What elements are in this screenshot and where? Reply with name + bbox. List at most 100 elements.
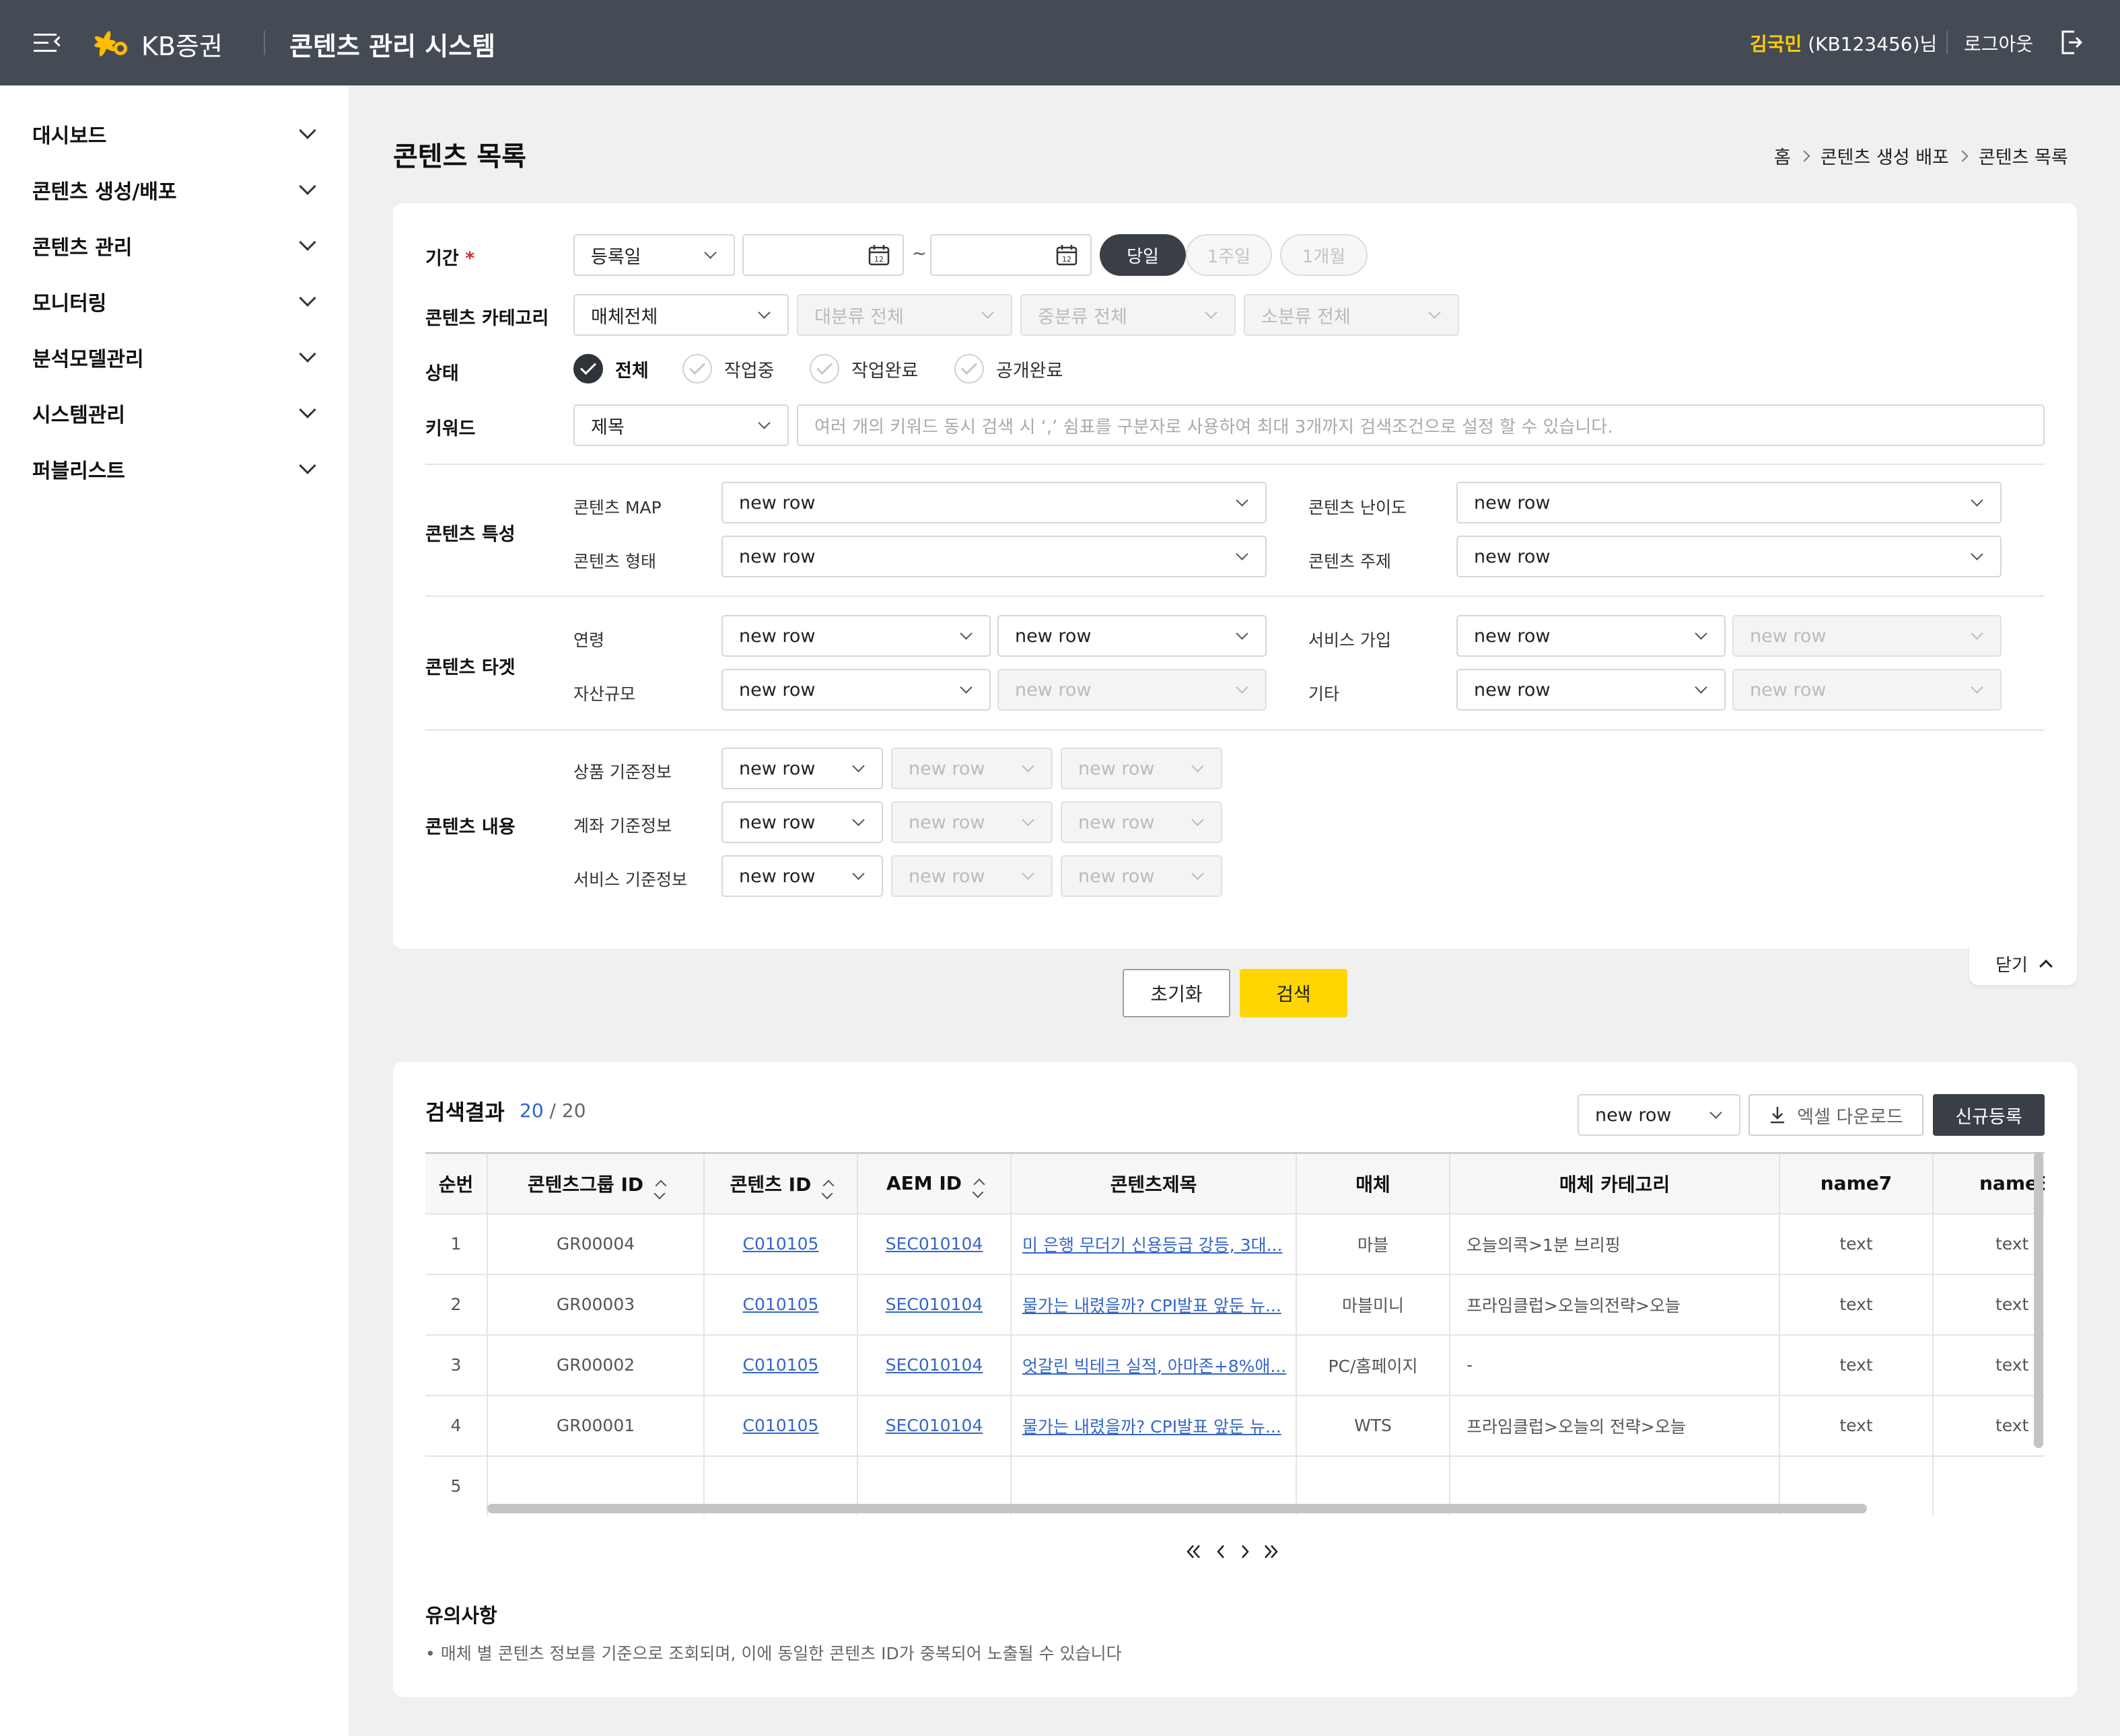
sort-icon[interactable] [962, 1172, 985, 1198]
account-info-select-2[interactable]: new row [891, 801, 1053, 843]
end-date-input[interactable]: 12 [930, 234, 1092, 276]
new-register-button[interactable]: 신규등록 [1933, 1094, 2045, 1136]
search-button[interactable]: 검색 [1240, 969, 1347, 1017]
product-info-select-1[interactable]: new row [721, 748, 883, 789]
prev-page-icon[interactable] [1214, 1542, 1228, 1561]
chevron-down-icon [960, 680, 973, 694]
breadcrumb-create[interactable]: 콘텐츠 생성 배포 [1821, 143, 1949, 169]
sidebar-item-monitoring[interactable]: 모니터링 [32, 281, 320, 322]
table-row[interactable]: 3 GR00002 C010105 SEC010104 엇갈린 빅테크 실적, … [425, 1334, 2045, 1396]
keyword-input[interactable]: 여러 개의 키워드 동시 검색 시 ‘,’ 쉼표를 구분자로 사용하여 최대 3… [797, 404, 2045, 446]
quick-month-button[interactable]: 1개월 [1280, 234, 1368, 276]
service-info-select-1[interactable]: new row [721, 855, 883, 897]
cell-content-id-link[interactable]: C010105 [704, 1274, 858, 1336]
cell-name7: text [1779, 1274, 1934, 1336]
status-working-checkbox[interactable]: 작업중 [682, 354, 775, 384]
sort-icon[interactable] [811, 1173, 835, 1200]
chevron-down-icon [852, 813, 865, 826]
sidebar-item-content-manage[interactable]: 콘텐츠 관리 [32, 225, 320, 266]
header-divider-2 [1946, 31, 1948, 54]
chevron-down-icon [299, 289, 316, 307]
start-date-input[interactable]: 12 [742, 234, 904, 276]
breadcrumb-home[interactable]: 홈 [1774, 143, 1791, 169]
chevron-down-icon [1236, 626, 1248, 640]
calendar-icon[interactable]: 12 [868, 244, 890, 266]
account-info-label: 계좌 기준정보 [573, 816, 672, 836]
cell-content-id-link[interactable]: C010105 [704, 1395, 858, 1457]
account-info-select-3[interactable]: new row [1061, 801, 1222, 843]
cell-aem-id-link[interactable]: SEC010104 [857, 1395, 1012, 1457]
menu-toggle-icon[interactable] [34, 31, 67, 55]
etc-select-b[interactable]: new row [1732, 669, 2002, 711]
last-page-icon[interactable] [1261, 1542, 1280, 1561]
cell-aem-id-link[interactable]: SEC010104 [857, 1213, 1012, 1275]
excel-download-button[interactable]: 엑셀 다운로드 [1748, 1094, 1923, 1136]
asset-from-select[interactable]: new row [721, 669, 991, 711]
cell-title-link[interactable]: 엇갈린 빅테크 실적, 아마존+8%애... [1011, 1334, 1297, 1396]
chevron-down-icon [852, 759, 865, 772]
col-header-aem-id[interactable]: AEM ID [857, 1152, 1012, 1215]
age-to-select[interactable]: new row [997, 615, 1267, 657]
map-select[interactable]: new row [721, 482, 1267, 523]
table-row[interactable]: 1 GR00004 C010105 SEC010104 미 은행 무더기 신용등… [425, 1213, 2045, 1275]
col-header-no: 순번 [425, 1152, 488, 1215]
sidebar-item-dashboard[interactable]: 대시보드 [32, 114, 320, 154]
period-type-select[interactable]: 등록일 [573, 234, 735, 276]
etc-select-a[interactable]: new row [1456, 669, 1726, 711]
chevron-right-icon [1956, 150, 1969, 161]
service-join-select-b[interactable]: new row [1732, 615, 2002, 657]
topic-select[interactable]: new row [1456, 536, 2002, 577]
col-header-group-id[interactable]: 콘텐츠그룹 ID [487, 1152, 705, 1215]
product-info-select-2[interactable]: new row [891, 748, 1053, 789]
col-header-content-id[interactable]: 콘텐츠 ID [704, 1152, 858, 1215]
reset-button[interactable]: 초기화 [1123, 969, 1230, 1017]
table-row[interactable]: 2 GR00003 C010105 SEC010104 물가는 내렸을까? CP… [425, 1274, 2045, 1336]
large-category-select[interactable]: 대분류 전체 [797, 294, 1012, 336]
cell-title-link[interactable]: 물가는 내렸을까? CPI발표 앞둔 뉴... [1011, 1274, 1297, 1336]
chevron-down-icon [1022, 867, 1034, 880]
table-row[interactable]: 4 GR00001 C010105 SEC010104 물가는 내렸을까? CP… [425, 1395, 2045, 1457]
age-from-select[interactable]: new row [721, 615, 991, 657]
cell-title-link[interactable]: 미 은행 무더기 신용등급 강등, 3대... [1011, 1213, 1297, 1275]
sort-icon[interactable] [643, 1173, 667, 1200]
status-all-checkbox[interactable]: 전체 [573, 354, 649, 384]
asset-label: 자산규모 [573, 684, 636, 704]
asset-to-select[interactable]: new row [997, 669, 1267, 711]
quick-week-button[interactable]: 1주일 [1186, 234, 1272, 276]
sidebar-item-publist[interactable]: 퍼블리스트 [32, 449, 320, 489]
sidebar-item-system[interactable]: 시스템관리 [32, 393, 320, 433]
cell-content-id-link[interactable]: C010105 [704, 1334, 858, 1396]
chevron-down-icon [1695, 626, 1707, 640]
cell-title-link[interactable]: 물가는 내렸을까? CPI발표 앞둔 뉴... [1011, 1395, 1297, 1457]
cell-media: 마블미니 [1296, 1274, 1450, 1336]
next-page-icon[interactable] [1238, 1542, 1252, 1561]
mid-category-select[interactable]: 중분류 전체 [1020, 294, 1236, 336]
cell-aem-id-link[interactable]: SEC010104 [857, 1334, 1012, 1396]
cell-group-id: GR00004 [487, 1213, 705, 1275]
sidebar-item-content-create[interactable]: 콘텐츠 생성/배포 [32, 170, 320, 210]
logout-icon[interactable] [2059, 30, 2084, 55]
cell-content-id-link[interactable]: C010105 [704, 1213, 858, 1275]
small-category-select[interactable]: 소분류 전체 [1244, 294, 1459, 336]
status-done-checkbox[interactable]: 작업완료 [810, 354, 918, 384]
status-published-checkbox[interactable]: 공개완료 [954, 354, 1063, 384]
sidebar-item-analysis-model[interactable]: 분석모델관리 [32, 337, 320, 377]
vertical-scrollbar[interactable] [2034, 1152, 2043, 1448]
close-filter-tab[interactable]: 닫기 [1969, 942, 2077, 985]
calendar-icon[interactable]: 12 [1055, 244, 1078, 266]
product-info-select-3[interactable]: new row [1061, 748, 1222, 789]
keyword-type-select[interactable]: 제목 [573, 404, 789, 446]
logout-link[interactable]: 로그아웃 [1964, 30, 2033, 57]
difficulty-select[interactable]: new row [1456, 482, 2002, 523]
horizontal-scrollbar[interactable] [487, 1504, 1867, 1513]
form-select[interactable]: new row [721, 536, 1267, 577]
service-info-select-2[interactable]: new row [891, 855, 1053, 897]
cell-aem-id-link[interactable]: SEC010104 [857, 1274, 1012, 1336]
first-page-icon[interactable] [1185, 1542, 1203, 1561]
service-info-select-3[interactable]: new row [1061, 855, 1222, 897]
media-category-select[interactable]: 매체전체 [573, 294, 789, 336]
quick-today-button[interactable]: 당일 [1100, 234, 1186, 276]
service-join-select-a[interactable]: new row [1456, 615, 1726, 657]
account-info-select-1[interactable]: new row [721, 801, 883, 843]
page-size-select[interactable]: new row [1578, 1094, 1740, 1136]
